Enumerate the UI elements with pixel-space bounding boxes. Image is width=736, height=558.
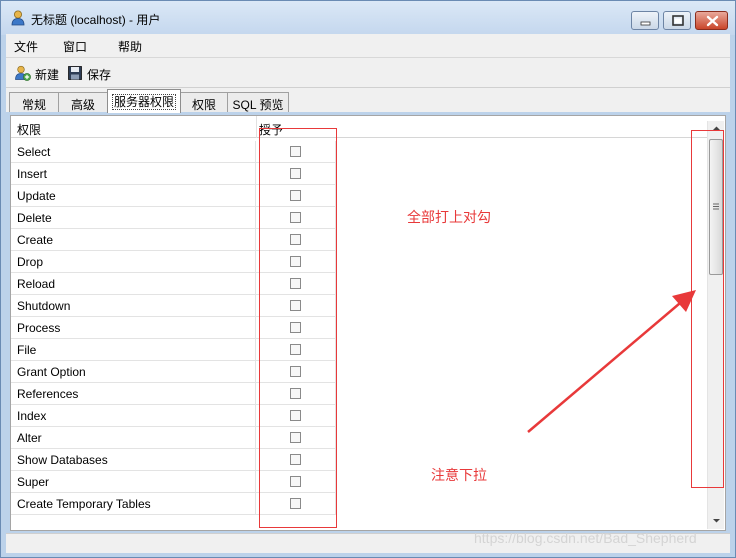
tab-strip: 常规 高级 服务器权限 权限 SQL 预览 xyxy=(6,88,730,113)
grant-column-highlight xyxy=(259,128,337,528)
privilege-name-cell: Reload xyxy=(11,273,256,295)
title-bar: 无标题 (localhost) - 用户 xyxy=(1,1,735,35)
table-row: Create Temporary Tables xyxy=(11,493,711,515)
privilege-name-cell: Create Temporary Tables xyxy=(11,493,256,515)
watermark: https://blog.csdn.net/Bad_Shepherd xyxy=(474,530,697,546)
privilege-name-cell: File xyxy=(11,339,256,361)
privilege-name-cell: Shutdown xyxy=(11,295,256,317)
minimize-button[interactable] xyxy=(631,11,659,30)
menu-window[interactable]: 窗口 xyxy=(63,38,87,55)
table-row: Create xyxy=(11,229,711,251)
toolbar: 新建 保存 xyxy=(6,58,730,88)
header-privilege[interactable]: 权限 xyxy=(17,121,41,138)
table-row: Show Databases xyxy=(11,449,711,471)
tab-sql-preview-label: SQL 预览 xyxy=(232,98,284,112)
privilege-name-cell: Alter xyxy=(11,427,256,449)
table-row: Drop xyxy=(11,251,711,273)
window-title: 无标题 (localhost) - 用户 xyxy=(31,13,161,27)
privilege-name: Select xyxy=(17,145,51,159)
privilege-name: File xyxy=(17,343,37,357)
user-icon xyxy=(11,10,25,26)
privilege-name-cell: References xyxy=(11,383,256,405)
privilege-name: Grant Option xyxy=(17,365,86,379)
menu-bar: 文件 窗口 帮助 xyxy=(6,34,730,58)
table-row: Select xyxy=(11,141,711,163)
tab-server-privileges-label: 服务器权限 xyxy=(111,94,176,110)
minimize-icon xyxy=(640,21,651,26)
privilege-name: Show Databases xyxy=(17,453,108,467)
grid-header: 权限 授予 xyxy=(11,116,711,138)
privilege-name-cell: Update xyxy=(11,185,256,207)
close-button[interactable] xyxy=(695,11,728,30)
menu-file[interactable]: 文件 xyxy=(14,38,38,55)
tab-advanced[interactable]: 高级 xyxy=(58,92,108,112)
table-row: Update xyxy=(11,185,711,207)
privilege-name: Insert xyxy=(17,167,48,181)
tab-server-privileges[interactable]: 服务器权限 xyxy=(107,89,181,113)
privilege-name-cell: Create xyxy=(11,229,256,251)
tab-privileges[interactable]: 权限 xyxy=(180,92,228,112)
save-icon xyxy=(68,66,82,80)
privilege-name-cell: Select xyxy=(11,141,256,163)
privilege-name-cell: Show Databases xyxy=(11,449,256,471)
privilege-name-cell: Drop xyxy=(11,251,256,273)
privilege-name: Update xyxy=(17,189,56,203)
privilege-name-cell: Process xyxy=(11,317,256,339)
table-row: Delete xyxy=(11,207,711,229)
add-user-icon xyxy=(15,65,31,81)
privilege-name: Create xyxy=(17,233,54,247)
privilege-name-cell: Insert xyxy=(11,163,256,185)
privilege-name: Index xyxy=(17,409,47,423)
tab-advanced-label: 高级 xyxy=(70,98,95,112)
menu-help[interactable]: 帮助 xyxy=(118,38,142,55)
arrow-icon xyxy=(527,290,696,433)
tab-general[interactable]: 常规 xyxy=(9,92,59,112)
tab-privileges-label: 权限 xyxy=(191,98,216,112)
maximize-button[interactable] xyxy=(663,11,691,30)
privilege-name: Drop xyxy=(17,255,44,269)
annotation-scroll-down: 注意下拉 xyxy=(431,467,487,483)
tab-general-label: 常规 xyxy=(21,98,46,112)
privilege-name: Alter xyxy=(17,431,42,445)
annotation-check-all: 全部打上对勾 xyxy=(407,209,491,225)
scroll-down-arrow-icon[interactable] xyxy=(710,514,723,527)
table-row: Super xyxy=(11,471,711,493)
privilege-name-cell: Delete xyxy=(11,207,256,229)
new-user-button[interactable]: 新建 xyxy=(15,65,61,82)
tab-sql-preview[interactable]: SQL 预览 xyxy=(227,92,289,112)
privilege-name-cell: Grant Option xyxy=(11,361,256,383)
privilege-name-cell: Super xyxy=(11,471,256,493)
privilege-name: Delete xyxy=(17,211,52,225)
privilege-name: Shutdown xyxy=(17,299,71,313)
privilege-name-cell: Index xyxy=(11,405,256,427)
save-label: 保存 xyxy=(87,68,112,82)
table-row: Insert xyxy=(11,163,711,185)
save-button[interactable]: 保存 xyxy=(67,65,115,82)
privilege-name: Super xyxy=(17,475,50,489)
new-user-label: 新建 xyxy=(35,68,60,82)
privilege-name: References xyxy=(17,387,79,401)
app-window: 无标题 (localhost) - 用户 文件 窗口 帮助 新建 保存 常规 高… xyxy=(0,0,736,558)
privilege-name: Process xyxy=(17,321,61,335)
privilege-name: Reload xyxy=(17,277,56,291)
privilege-name: Create Temporary Tables xyxy=(17,497,151,511)
column-divider[interactable] xyxy=(256,116,257,138)
close-icon xyxy=(706,15,719,27)
maximize-icon xyxy=(672,15,684,26)
